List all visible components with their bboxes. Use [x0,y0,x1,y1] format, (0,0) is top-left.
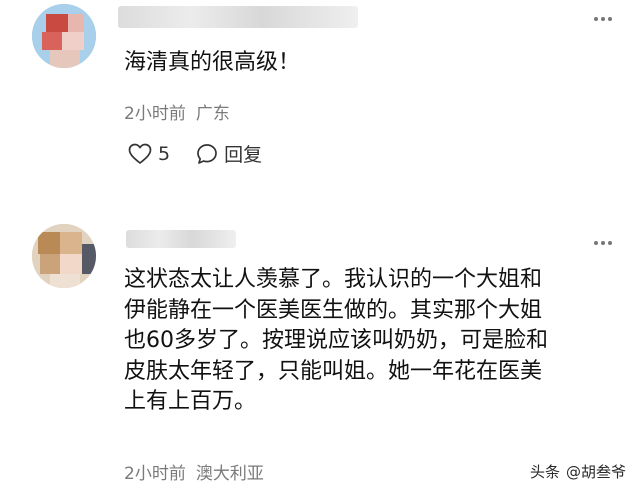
comment-item: 这状态太让人羡慕了。我认识的一个大姐和 伊能静在一个医美医生做的。其实那个大姐 … [0,210,640,494]
user-name[interactable] [118,6,358,28]
more-options-button[interactable] [588,9,618,29]
reply-label: 回复 [224,144,263,166]
more-options-button[interactable] [588,233,618,253]
comment-location: 广东 [195,104,230,124]
avatar[interactable] [32,224,96,288]
watermark-platform: 头条 [529,463,560,481]
comment-line: 上有上百万。 [124,389,257,414]
comment-text: 海清真的很高级！ [124,50,301,75]
like-button[interactable]: 5 [128,143,170,165]
comment-time: 2小时前 [124,464,186,484]
like-count: 5 [158,142,171,165]
comment-meta: 2小时前 澳大利亚 [124,459,264,484]
comment-location: 澳大利亚 [195,464,264,484]
avatar[interactable] [32,4,96,68]
comment-actions: 5 回复 [128,140,262,167]
comment-line: 皮肤太年轻了，只能叫姐。她一年花在医美 [124,358,543,384]
user-name[interactable] [126,230,236,248]
speech-bubble-icon [197,143,217,164]
comment-text: 这状态太让人羡慕了。我认识的一个大姐和 伊能静在一个医美医生做的。其实那个大姐 … [124,265,612,418]
watermark-handle: @胡叁爷 [565,463,626,481]
comment-item: 海清真的很高级！ 2小时前 广东 5 回复 [0,0,640,210]
watermark: 头条 @胡叁爷 [530,461,626,482]
comment-line: 伊能静在一个医美医生做的。其实那个大姐 [124,297,543,323]
more-dots-icon [594,241,598,245]
reply-button[interactable]: 回复 [196,140,262,167]
heart-outline-icon [128,143,152,164]
comment-time: 2小时前 [124,104,186,124]
comment-line: 这状态太让人羡慕了。我认识的一个大姐和 [124,267,543,292]
more-dots-icon [594,17,598,21]
comment-meta: 2小时前 广东 [124,99,230,124]
comment-line: 也60多岁了。按理说应该叫奶奶，可是脸和 [124,328,548,353]
